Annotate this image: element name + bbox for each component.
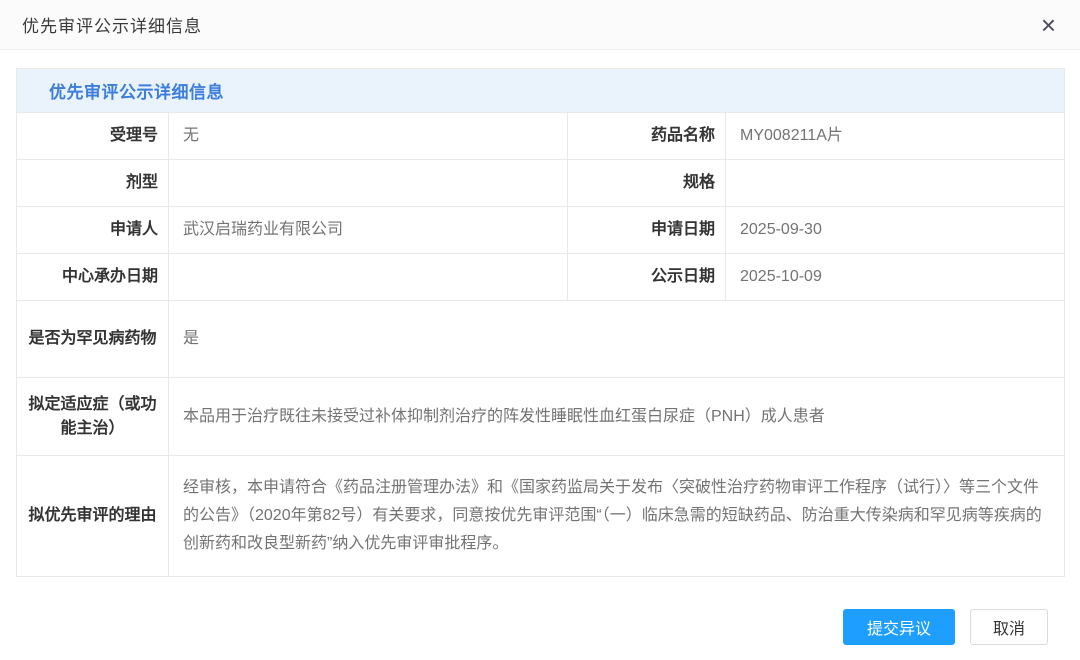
field-value-specification	[726, 160, 1065, 207]
field-value-acceptance-no: 无	[169, 113, 568, 160]
field-label-center-date: 中心承办日期	[17, 254, 169, 301]
field-value-reason: 经审核，本申请符合《药品注册管理办法》和《国家药监局关于发布〈突破性治疗药物审评…	[169, 456, 1065, 577]
field-value-publicity-date: 2025-10-09	[726, 254, 1065, 301]
field-label-indication: 拟定适应症（或功能主治）	[17, 378, 169, 456]
table-row: 拟定适应症（或功能主治） 本品用于治疗既往未接受过补体抑制剂治疗的阵发性睡眠性血…	[17, 378, 1065, 456]
field-value-indication: 本品用于治疗既往未接受过补体抑制剂治疗的阵发性睡眠性血红蛋白尿症（PNH）成人患…	[169, 378, 1065, 456]
table-row: 申请人 武汉启瑞药业有限公司 申请日期 2025-09-30	[17, 207, 1065, 254]
field-label-specification: 规格	[568, 160, 726, 207]
field-label-applicant: 申请人	[17, 207, 169, 254]
field-value-drug-name: MY008211A片	[726, 113, 1065, 160]
table-row: 优先审评公示详细信息	[17, 69, 1065, 113]
field-label-reason: 拟优先审评的理由	[17, 456, 169, 577]
field-label-acceptance-no: 受理号	[17, 113, 169, 160]
priority-review-detail-dialog: 优先审评公示详细信息 × 优先审评公示详细信息 受理号 无 药品名称 MY008…	[0, 0, 1080, 660]
dialog-body: 优先审评公示详细信息 受理号 无 药品名称 MY008211A片 剂型 规格 申…	[0, 50, 1080, 645]
table-row: 是否为罕见病药物 是	[17, 301, 1065, 378]
field-label-rare-disease: 是否为罕见病药物	[17, 301, 169, 378]
field-value-rare-disease: 是	[169, 301, 1065, 378]
panel-header: 优先审评公示详细信息	[17, 69, 1065, 113]
table-row: 拟优先审评的理由 经审核，本申请符合《药品注册管理办法》和《国家药监局关于发布〈…	[17, 456, 1065, 577]
table-row: 中心承办日期 公示日期 2025-10-09	[17, 254, 1065, 301]
table-row: 受理号 无 药品名称 MY008211A片	[17, 113, 1065, 160]
field-value-center-date	[169, 254, 568, 301]
field-label-dosage-form: 剂型	[17, 160, 169, 207]
submit-objection-button[interactable]: 提交异议	[843, 609, 955, 645]
cancel-button[interactable]: 取消	[970, 609, 1048, 645]
table-row: 剂型 规格	[17, 160, 1065, 207]
detail-table: 优先审评公示详细信息 受理号 无 药品名称 MY008211A片 剂型 规格 申…	[16, 68, 1065, 577]
field-value-applicant: 武汉启瑞药业有限公司	[169, 207, 568, 254]
field-label-publicity-date: 公示日期	[568, 254, 726, 301]
field-value-application-date: 2025-09-30	[726, 207, 1065, 254]
field-label-drug-name: 药品名称	[568, 113, 726, 160]
dialog-footer: 提交异议 取消	[16, 609, 1048, 645]
close-icon[interactable]: ×	[1039, 12, 1058, 38]
dialog-title: 优先审评公示详细信息	[22, 12, 202, 37]
field-label-application-date: 申请日期	[568, 207, 726, 254]
dialog-title-bar: 优先审评公示详细信息 ×	[0, 0, 1080, 50]
field-value-dosage-form	[169, 160, 568, 207]
